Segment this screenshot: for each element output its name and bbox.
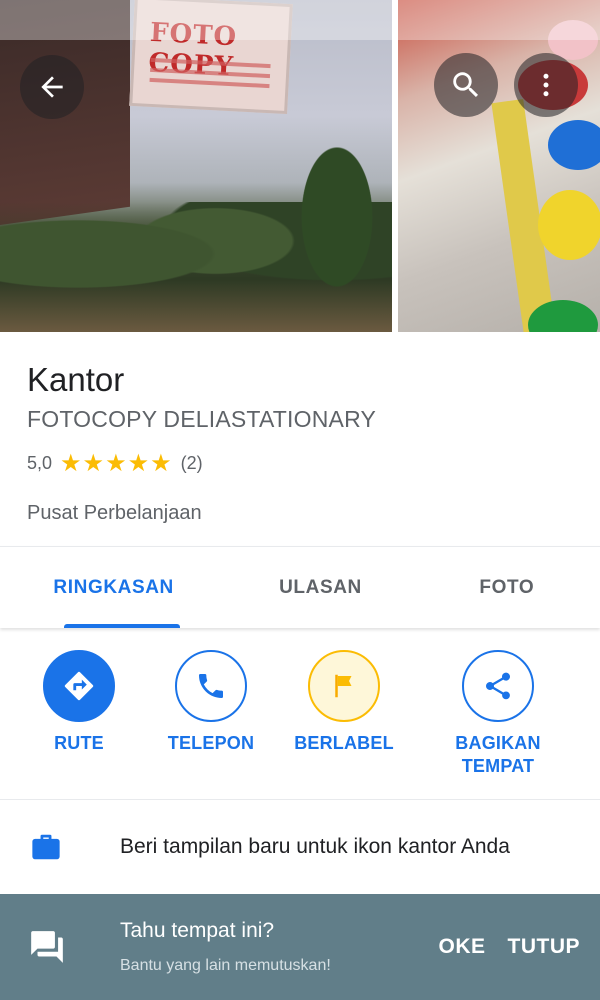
place-category: Pusat Perbelanjaan	[27, 502, 202, 524]
place-title: Kantor	[27, 361, 125, 398]
directions-circle	[43, 650, 115, 722]
snackbar-subtitle: Bantu yang lain memutuskan!	[120, 957, 331, 974]
star-rating-icon: ★★★★★	[60, 450, 173, 477]
action-buttons: RUTE TELEPON BERLABEL BAGIKAN TEMPAT	[0, 628, 600, 800]
place-photo-storefront[interactable]: FOTO COPY	[0, 0, 392, 332]
ok-button[interactable]: OKE	[438, 935, 485, 959]
place-photo-magnets[interactable]	[398, 0, 600, 332]
promo-text: Beri tampilan baru untuk ikon kantor And…	[120, 835, 510, 858]
office-icon-promo[interactable]: Beri tampilan baru untuk ikon kantor And…	[0, 800, 600, 894]
call-button[interactable]: TELEPON	[151, 650, 271, 755]
back-button[interactable]	[20, 55, 84, 119]
share-circle	[462, 650, 534, 722]
briefcase-icon	[0, 832, 120, 862]
rating-value: 5,0	[27, 453, 53, 473]
directions-label: RUTE	[54, 733, 104, 753]
directions-button[interactable]: RUTE	[19, 650, 139, 755]
tab-foto[interactable]: FOTO	[414, 547, 600, 628]
label-label: BERLABEL	[294, 733, 394, 753]
photo-carousel[interactable]: FOTO COPY	[0, 0, 600, 332]
tab-ulasan[interactable]: ULASAN	[227, 547, 413, 628]
label-button[interactable]: BERLABEL	[284, 650, 404, 755]
place-name: FOTOCOPY DELIASTATIONARY	[27, 406, 377, 432]
photo-ball	[538, 190, 600, 260]
snackbar-title: Tahu tempat ini?	[120, 919, 275, 942]
status-bar-shade	[0, 0, 600, 40]
share-button[interactable]: BAGIKAN TEMPAT	[438, 650, 558, 778]
tab-ringkasan[interactable]: RINGKASAN	[0, 547, 227, 628]
feedback-snackbar: Tahu tempat ini? Bantu yang lain memutus…	[0, 894, 600, 1000]
photo-hedge	[282, 145, 392, 325]
feedback-icon	[0, 928, 120, 966]
snackbar-text: Tahu tempat ini? Bantu yang lain memutus…	[120, 919, 438, 975]
rating-row[interactable]: 5,0 ★★★★★ (2)	[27, 449, 573, 478]
more-options-button[interactable]	[514, 53, 578, 117]
label-circle	[308, 650, 380, 722]
photo-ball	[548, 120, 600, 170]
search-icon	[453, 72, 479, 98]
search-button[interactable]	[434, 53, 498, 117]
arrow-left-icon	[41, 76, 63, 98]
more-vert-icon	[543, 73, 549, 97]
phone-icon	[199, 674, 223, 698]
close-button[interactable]: TUTUP	[508, 935, 581, 959]
share-icon	[486, 672, 510, 700]
call-label: TELEPON	[167, 733, 255, 753]
tab-bar: RINGKASAN ULASAN FOTO	[0, 546, 600, 628]
call-circle	[175, 650, 247, 722]
review-count[interactable]: (2)	[181, 453, 203, 474]
directions-icon	[64, 671, 94, 701]
flag-icon	[335, 674, 352, 698]
place-info: Kantor FOTOCOPY DELIASTATIONARY 5,0 ★★★★…	[0, 332, 600, 546]
share-label: BAGIKAN TEMPAT	[455, 733, 541, 776]
